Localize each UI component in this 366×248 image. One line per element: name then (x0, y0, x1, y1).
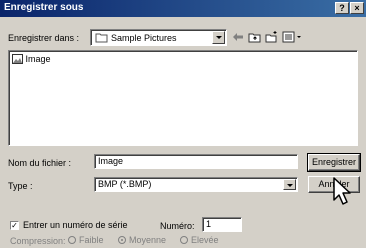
compression-option-label: Elevée (191, 235, 219, 245)
chevron-down-icon[interactable] (212, 31, 225, 44)
view-menu-icon[interactable] (282, 30, 302, 44)
number-label: Numéro: (160, 221, 195, 231)
serial-checkbox-row[interactable]: ✓ Entrer un numéro de série (10, 220, 128, 230)
filetype-label: Type : (8, 181, 33, 191)
filetype-select[interactable]: BMP (*.BMP) (94, 177, 298, 192)
save-button[interactable]: Enregistrer (307, 153, 361, 172)
compression-option-label: Faible (79, 235, 104, 245)
filename-label: Nom du fichier : (8, 158, 72, 168)
filename-input[interactable]: Image (94, 154, 298, 169)
new-folder-icon[interactable] (265, 30, 279, 44)
radio-checked-icon (118, 236, 126, 244)
filename-value: Image (98, 156, 124, 166)
help-button[interactable]: ? (335, 2, 349, 14)
title-bar: Enregistrer sous ? × (0, 0, 366, 17)
mouse-cursor-icon (333, 177, 355, 209)
number-value: 1 (206, 219, 212, 229)
back-icon[interactable] (231, 30, 245, 44)
save-in-label: Enregistrer dans : (8, 33, 80, 43)
image-file-icon (12, 54, 23, 66)
close-button[interactable]: × (350, 2, 364, 14)
number-input[interactable]: 1 (202, 217, 242, 232)
save-in-value: Sample Pictures (111, 33, 177, 43)
compression-option-low[interactable]: Faible (68, 235, 104, 245)
filetype-value: BMP (*.BMP) (98, 179, 152, 189)
window-title: Enregistrer sous (4, 2, 84, 13)
file-list[interactable]: Image (8, 50, 358, 146)
serial-checkbox[interactable]: ✓ (10, 220, 19, 230)
list-item[interactable]: Image (12, 54, 51, 66)
radio-icon (68, 236, 76, 244)
serial-checkbox-label: Entrer un numéro de série (23, 220, 128, 230)
up-folder-icon[interactable] (248, 30, 262, 44)
save-in-combobox[interactable]: Sample Pictures (90, 29, 227, 46)
radio-icon (180, 236, 188, 244)
compression-label: Compression: (10, 236, 66, 246)
file-name: Image (25, 54, 51, 64)
chevron-down-icon[interactable] (283, 179, 296, 190)
compression-option-high[interactable]: Elevée (180, 235, 219, 245)
folder-icon (95, 32, 108, 45)
compression-option-label: Moyenne (129, 235, 167, 245)
compression-option-medium[interactable]: Moyenne (118, 235, 166, 245)
